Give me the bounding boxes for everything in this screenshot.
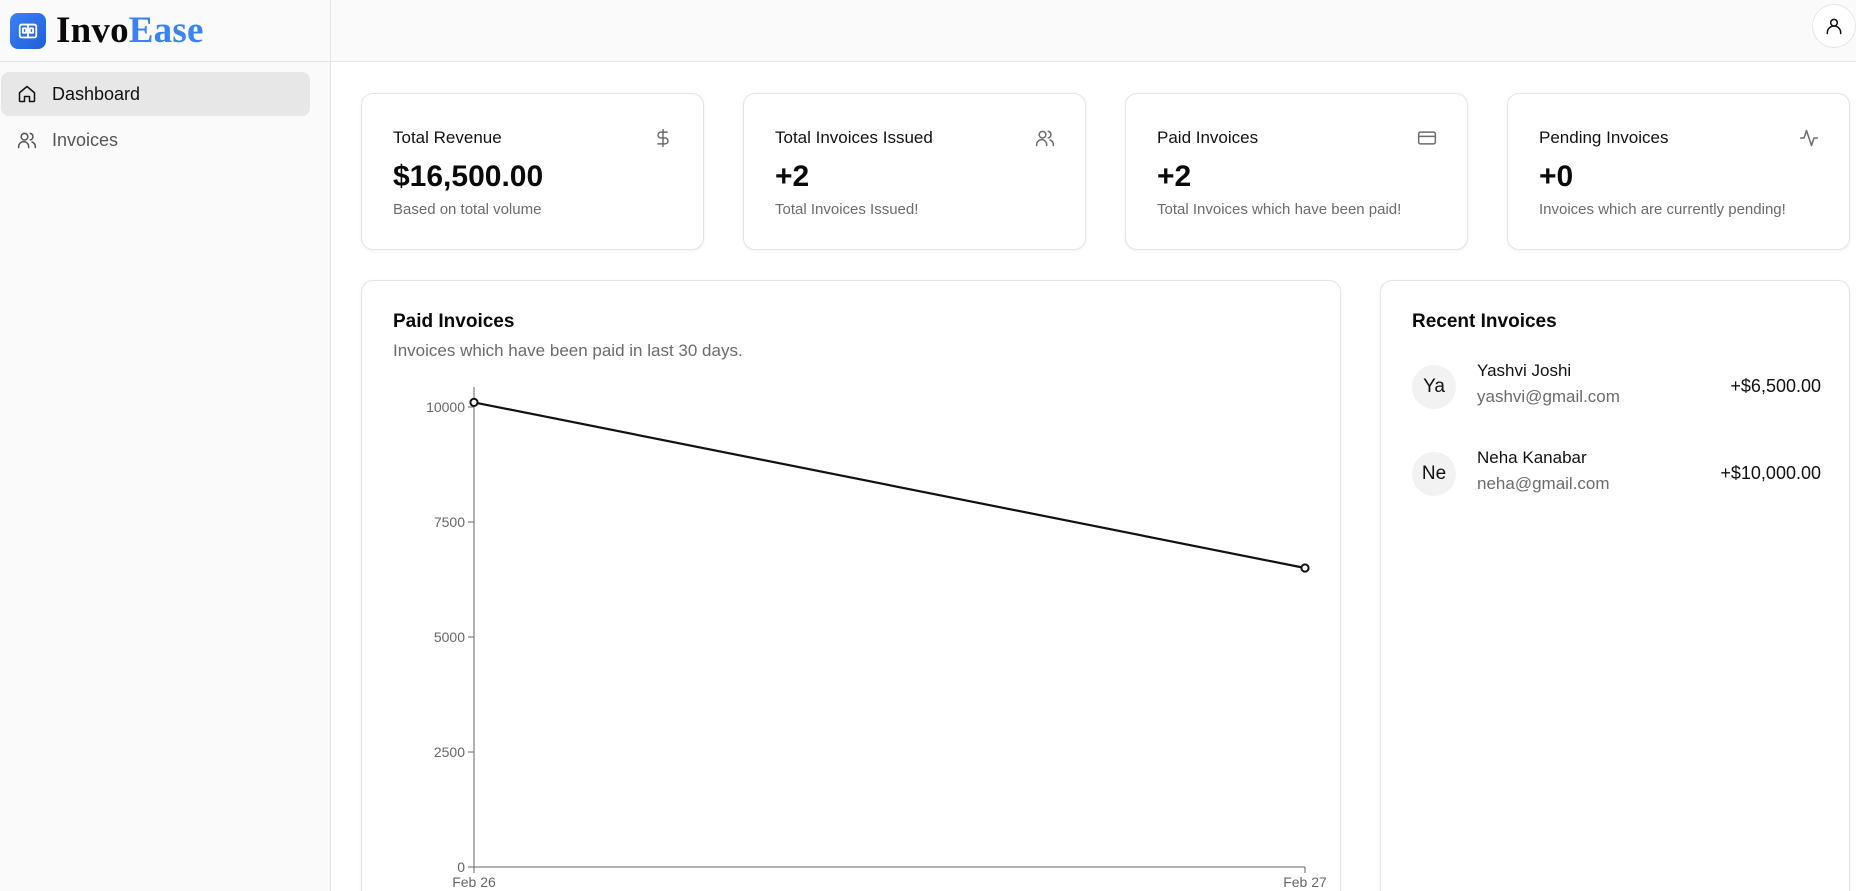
sidebar: InvoEase Dashboard Invoices [0,0,331,891]
customer-email: yashvi@gmail.com [1477,387,1620,406]
y-tick-label: 0 [457,859,465,875]
user-icon [1826,18,1842,35]
recent-invoices-card: Recent Invoices Ya Yashvi Joshi yashvi@g… [1380,280,1850,891]
recent-invoices-title: Recent Invoices [1412,311,1557,332]
credit-card-icon [1417,131,1437,145]
x-tick-label: Feb 27 [1283,874,1327,890]
stat-title: Total Revenue [393,128,502,147]
user-menu-button[interactable] [1812,4,1856,48]
stat-title: Total Invoices Issued [775,128,933,147]
stat-subtitle: Total Invoices which have been paid! [1157,201,1402,218]
top-header [331,0,1856,62]
stat-subtitle: Based on total volume [393,201,542,218]
stat-subtitle: Total Invoices Issued! [775,201,919,218]
stat-title: Pending Invoices [1539,128,1669,147]
customer-name: Neha Kanabar [1477,448,1587,467]
x-tick-label: Feb 26 [452,874,496,890]
recent-invoice-item[interactable]: Ne Neha Kanabar neha@gmail.com +$10,000.… [1412,448,1821,500]
y-tick-label: 2500 [434,744,465,760]
paid-invoices-line-chart: 0 2500 5000 7500 10000 Feb 26 Feb 27 [426,387,1327,890]
sidebar-nav: Dashboard Invoices [0,62,330,162]
stat-title: Paid Invoices [1157,128,1259,147]
paid-invoices-chart-card: Paid Invoices Invoices which have been p… [361,280,1341,891]
invoice-amount: +$10,000.00 [1720,463,1821,483]
book-icon [10,12,46,49]
stat-value: +0 [1539,160,1574,193]
stat-card-pending-invoices: Pending Invoices +0 Invoices which are c… [1507,93,1850,250]
activity-icon [1799,129,1819,147]
stat-value: $16,500.00 [393,160,544,193]
home-icon [18,85,36,103]
y-tick-label: 7500 [434,514,465,530]
stat-card-total-revenue: Total Revenue $16,500.00 Based on total … [361,93,704,250]
stat-card-paid-invoices: Paid Invoices +2 Total Invoices which ha… [1125,93,1468,250]
data-point [1300,563,1310,573]
stat-value: +2 [775,160,810,193]
users-icon [17,132,37,149]
data-point [469,397,479,408]
stat-subtitle: Invoices which are currently pending! [1539,201,1786,218]
sidebar-item-invoices[interactable]: Invoices [1,118,310,162]
users-icon [1035,130,1055,147]
customer-email: neha@gmail.com [1477,474,1610,493]
sidebar-item-label: Dashboard [52,83,141,104]
brand-name-part1: Invo [56,10,129,51]
sidebar-item-dashboard[interactable]: Dashboard [1,72,310,116]
brand[interactable]: InvoEase [0,0,330,62]
avatar: Ya [1412,365,1456,409]
stat-value: +2 [1157,160,1192,193]
recent-invoice-item[interactable]: Ya Yashvi Joshi yashvi@gmail.com +$6,500… [1412,361,1821,413]
avatar: Ne [1412,452,1456,496]
customer-name: Yashvi Joshi [1477,361,1572,380]
dollar-icon [657,128,669,148]
invoice-amount: +$6,500.00 [1730,376,1821,396]
sidebar-item-label: Invoices [52,129,119,150]
y-tick-label: 10000 [426,399,465,415]
series-line [473,401,1306,570]
stat-card-total-invoices: Total Invoices Issued +2 Total Invoices … [743,93,1086,250]
brand-name: InvoEase [56,12,204,49]
y-tick-label: 5000 [434,629,465,645]
brand-name-part2: Ease [128,10,204,51]
